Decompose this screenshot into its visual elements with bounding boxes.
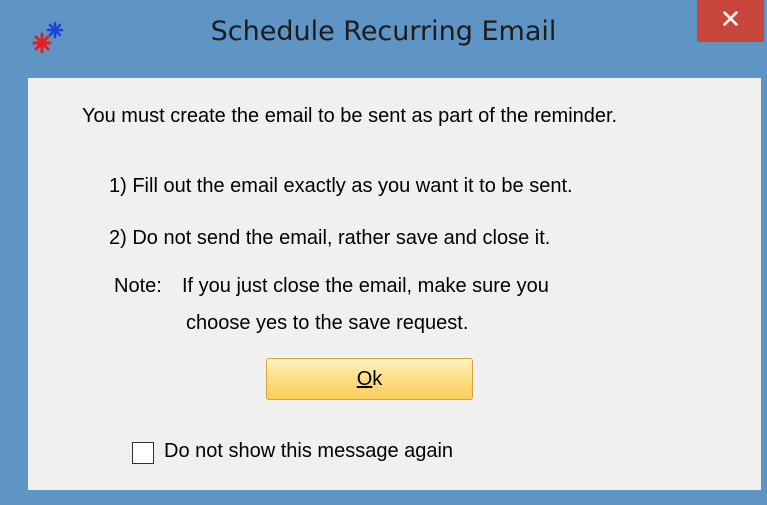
close-button[interactable]: ✕ (697, 0, 764, 42)
step-1-text: 1) Fill out the email exactly as you wan… (109, 175, 573, 197)
note-line-2: choose yes to the save request. (186, 312, 469, 334)
dialog-window: Schedule Recurring Email ✕ You must crea… (0, 0, 767, 505)
note-label: Note: (114, 275, 162, 297)
title-bar[interactable]: Schedule Recurring Email ✕ (0, 0, 767, 78)
ok-label-rest: k (372, 368, 383, 390)
ok-button[interactable]: Ok (266, 358, 473, 400)
ok-mnemonic: O (356, 368, 373, 390)
dont-show-again-checkbox[interactable] (132, 442, 154, 464)
window-title: Schedule Recurring Email (210, 16, 557, 47)
note-line-1: If you just close the email, make sure y… (182, 275, 549, 297)
intro-text: You must create the email to be sent as … (82, 105, 618, 127)
dont-show-again-label[interactable]: Do not show this message again (164, 440, 453, 463)
dialog-body: You must create the email to be sent as … (28, 78, 761, 490)
close-icon: ✕ (719, 5, 742, 35)
step-2-text: 2) Do not send the email, rather save an… (109, 227, 551, 249)
